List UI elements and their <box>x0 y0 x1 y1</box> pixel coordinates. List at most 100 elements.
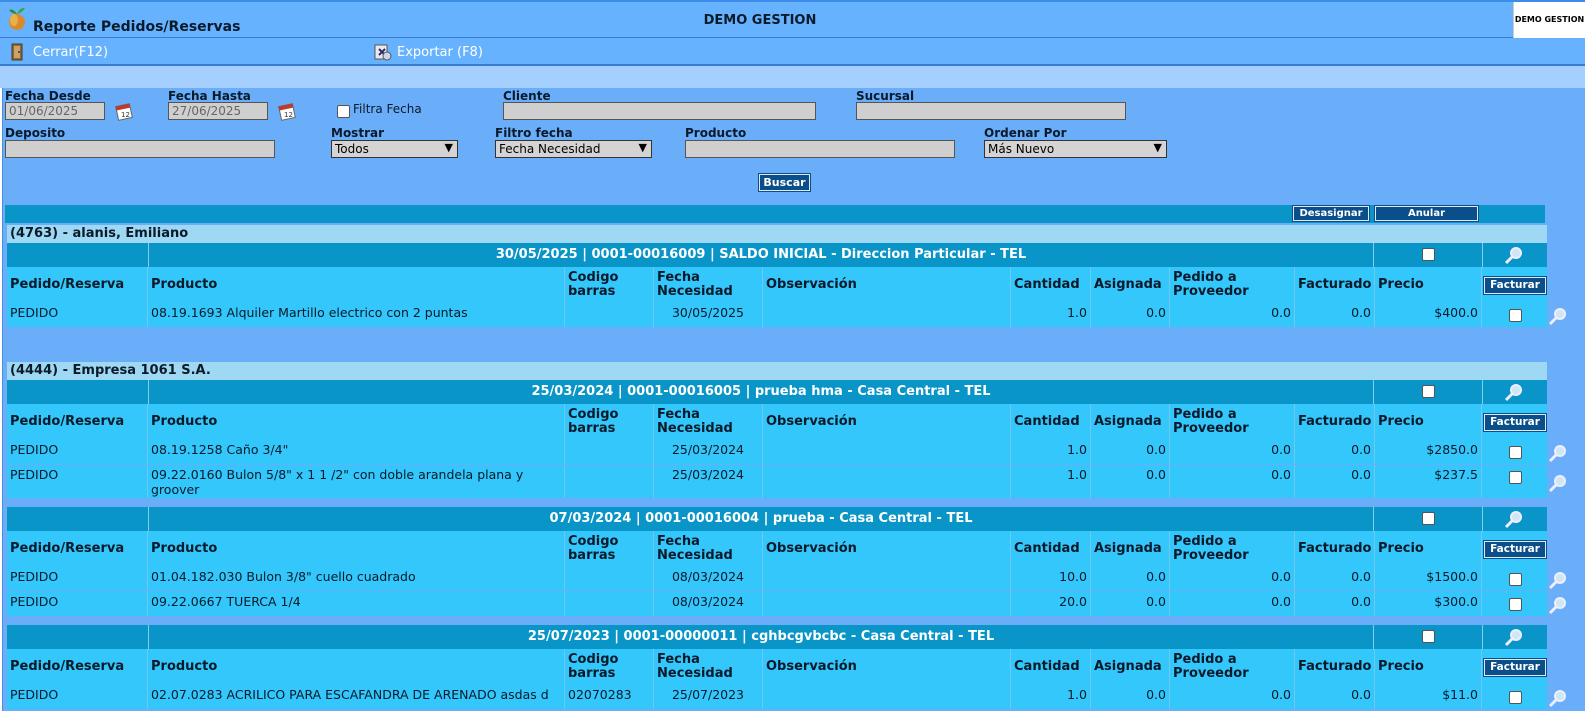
column-header-facturado: Facturado <box>1295 531 1375 567</box>
chevron-down-icon: ▼ <box>444 141 453 154</box>
row-select-checkbox[interactable] <box>1509 573 1522 586</box>
zoom-icon[interactable] <box>1548 306 1568 326</box>
order-select-checkbox[interactable] <box>1422 385 1435 398</box>
producto-input[interactable] <box>685 140 955 158</box>
sucursal-input[interactable] <box>856 102 1126 120</box>
export-button[interactable]: Exportar (F8) <box>372 42 483 62</box>
column-header-producto: Producto <box>148 267 565 303</box>
zoom-icon[interactable] <box>1548 473 1568 493</box>
fecha-hasta-input[interactable]: 27/06/2025 <box>168 102 268 120</box>
order-group-title: 25/03/2024 | 0001-00016005 | prueba hma … <box>148 380 1374 404</box>
row-detail-button[interactable] <box>1548 595 1568 615</box>
order-group-title: 25/07/2023 | 0001-00000011 | cghbcgvbcbc… <box>148 625 1374 649</box>
zoom-icon[interactable] <box>1504 245 1524 265</box>
customer-header: (4763) - alanis, Emiliano <box>7 225 1547 243</box>
cell-fecha: 08/03/2024 <box>654 592 763 616</box>
zoom-icon[interactable] <box>1504 382 1524 402</box>
column-header-asignada: Asignada <box>1091 267 1170 303</box>
cell-pedido_prov: 0.0 <box>1170 440 1295 464</box>
cell-fecha: 25/03/2024 <box>654 440 763 464</box>
buscar-button[interactable]: Buscar <box>758 173 811 192</box>
row-detail-button[interactable] <box>1548 306 1568 326</box>
cliente-input[interactable] <box>503 102 816 120</box>
column-header-pedido: Pedido/Reserva <box>7 649 148 685</box>
cell-facturado: 0.0 <box>1295 303 1375 327</box>
column-header-producto: Producto <box>148 404 565 440</box>
title-bar: Reporte Pedidos/Reservas DEMO GESTION DE… <box>0 0 1585 38</box>
column-header-codigo: Codigo barras <box>565 531 654 567</box>
zoom-icon[interactable] <box>1504 627 1524 647</box>
ordenar-select[interactable]: Más Nuevo ▼ <box>984 140 1167 158</box>
zoom-icon[interactable] <box>1548 688 1568 708</box>
cell-fecha: 30/05/2025 <box>654 303 763 327</box>
cell-facturado: 0.0 <box>1295 465 1375 498</box>
calendar-icon[interactable]: 12 <box>114 100 136 122</box>
row-select-checkbox[interactable] <box>1509 598 1522 611</box>
facturar-button[interactable]: Facturar <box>1483 658 1547 677</box>
column-header-fecha: Fecha Necesidad <box>654 404 763 440</box>
column-header-obs: Observación <box>763 404 1011 440</box>
cell-asignada: 0.0 <box>1091 303 1170 327</box>
zoom-icon[interactable] <box>1548 570 1568 590</box>
filtro-fecha-select[interactable]: Fecha Necesidad ▼ <box>495 140 652 158</box>
divider <box>1482 243 1483 267</box>
order-select-checkbox[interactable] <box>1422 248 1435 261</box>
facturar-button[interactable]: Facturar <box>1483 540 1547 559</box>
column-header-facturado: Facturado <box>1295 404 1375 440</box>
row-detail-button[interactable] <box>1548 443 1568 463</box>
cell-facturado: 0.0 <box>1295 567 1375 591</box>
column-header-obs: Observación <box>763 267 1011 303</box>
facturar-button[interactable]: Facturar <box>1483 413 1547 432</box>
door-exit-icon <box>11 43 23 61</box>
order-select-checkbox[interactable] <box>1422 512 1435 525</box>
mostrar-select[interactable]: Todos ▼ <box>331 140 458 158</box>
row-select-checkbox[interactable] <box>1509 471 1522 484</box>
report-panel: Fecha Desde 01/06/2025 12 Fecha Hasta 27… <box>2 88 1585 711</box>
cell-producto: 08.19.1258 Caño 3/4" <box>148 440 565 464</box>
column-header-row: Pedido/Reserva Producto Codigo barras Fecha… <box>7 531 1547 567</box>
cell-codigo <box>565 440 654 464</box>
cell-cantidad: 10.0 <box>1011 567 1091 591</box>
cell-tipo: PEDIDO <box>7 440 148 464</box>
row-detail-button[interactable] <box>1548 688 1568 708</box>
order-group-header: 25/03/2024 | 0001-00016005 | prueba hma … <box>7 380 1547 404</box>
calendar-icon[interactable]: 12 <box>277 100 299 122</box>
export-button-label: Exportar (F8) <box>397 44 483 60</box>
cell-asignada: 0.0 <box>1091 592 1170 616</box>
order-select-checkbox[interactable] <box>1422 630 1435 643</box>
zoom-icon[interactable] <box>1548 595 1568 615</box>
cell-producto: 09.22.0667 TUERCA 1/4 <box>148 592 565 616</box>
cell-codigo <box>565 592 654 616</box>
sucursal-label: Sucursal <box>856 89 915 103</box>
zoom-icon[interactable] <box>1548 443 1568 463</box>
cell-precio: $237.5 <box>1375 465 1482 498</box>
fecha-desde-label: Fecha Desde <box>5 89 91 103</box>
row-detail-button[interactable] <box>1548 473 1568 493</box>
anular-button[interactable]: Anular <box>1374 205 1479 222</box>
cell-pedido_prov: 0.0 <box>1170 567 1295 591</box>
cell-tipo: PEDIDO <box>7 592 148 616</box>
close-button[interactable]: Cerrar(F12) <box>8 42 108 62</box>
filtra-fecha-checkbox[interactable] <box>337 105 350 118</box>
divider <box>1482 625 1483 649</box>
order-group-title: 07/03/2024 | 0001-00016004 | prueba - Ca… <box>148 507 1374 531</box>
zoom-icon[interactable] <box>1504 509 1524 529</box>
row-select-checkbox[interactable] <box>1509 309 1522 322</box>
column-header-obs: Observación <box>763 531 1011 567</box>
facturar-button[interactable]: Facturar <box>1483 276 1547 295</box>
order-group-header: 25/07/2023 | 0001-00000011 | cghbcgvbcbc… <box>7 625 1547 649</box>
fecha-desde-input[interactable]: 01/06/2025 <box>5 102 105 120</box>
row-select-checkbox[interactable] <box>1509 446 1522 459</box>
filtro-fecha-label: Filtro fecha <box>495 126 573 140</box>
cell-codigo <box>565 303 654 327</box>
cell-fecha: 08/03/2024 <box>654 567 763 591</box>
row-select-checkbox[interactable] <box>1509 691 1522 704</box>
actions-bar: Desasignar Anular <box>5 205 1545 223</box>
close-button-label: Cerrar(F12) <box>33 44 109 60</box>
column-header-pedido_prov: Pedido a Proveedor <box>1170 649 1295 685</box>
row-detail-button[interactable] <box>1548 570 1568 590</box>
cell-pedido_prov: 0.0 <box>1170 303 1295 327</box>
deposito-input[interactable] <box>5 140 275 158</box>
desasignar-button[interactable]: Desasignar <box>1292 205 1370 222</box>
column-header-fecha: Fecha Necesidad <box>654 649 763 685</box>
